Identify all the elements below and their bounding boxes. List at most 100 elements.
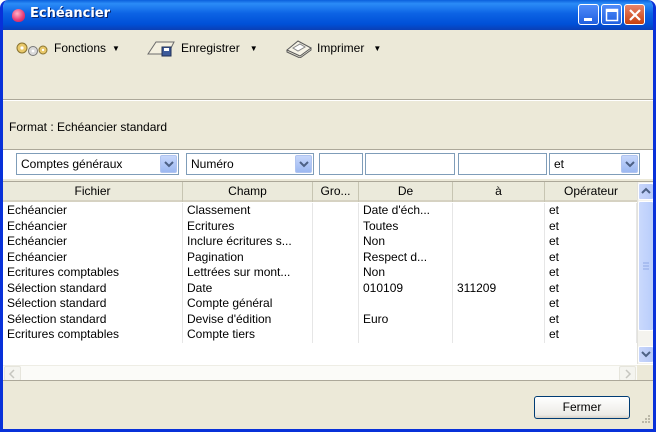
cell-a — [453, 218, 545, 234]
cell-operateur: et — [545, 265, 637, 281]
table-row[interactable]: Sélection standard Compte général et — [3, 296, 637, 312]
divider — [3, 100, 653, 101]
chevron-down-icon: ▼ — [249, 43, 258, 53]
table-row[interactable]: Echéancier Inclure écritures s... Non et — [3, 234, 637, 250]
app-icon — [12, 9, 25, 22]
chevron-left-icon — [8, 369, 15, 379]
cell-de: Non — [359, 234, 453, 250]
sort-field-value: Numéro — [191, 157, 234, 171]
cell-operateur: et — [545, 218, 637, 234]
vertical-scrollbar[interactable] — [637, 182, 653, 364]
table-row[interactable]: Sélection standard Date 010109 311209 et — [3, 280, 637, 296]
cell-fichier: Sélection standard — [3, 296, 183, 312]
table-row[interactable]: Ecritures comptables Lettrées sur mont...… — [3, 265, 637, 281]
scroll-right-button[interactable] — [619, 366, 636, 381]
cell-champ: Ecritures — [183, 218, 313, 234]
print-menu-button[interactable]: Imprimer ▼ — [284, 39, 382, 58]
close-button[interactable]: Fermer — [534, 396, 630, 419]
chevron-down-icon: ▼ — [373, 43, 382, 53]
save-menu-button[interactable]: Enregistrer ▼ — [146, 39, 258, 57]
cell-de: Non — [359, 265, 453, 281]
account-type-select[interactable]: Comptes généraux — [16, 153, 179, 175]
cell-groupe — [313, 218, 359, 234]
cell-operateur: et — [545, 203, 637, 219]
maximize-icon — [605, 8, 619, 22]
cell-operateur: et — [545, 280, 637, 296]
horizontal-scrollbar[interactable] — [3, 365, 637, 381]
resize-grip-icon[interactable] — [641, 414, 651, 424]
scroll-left-button[interactable] — [4, 366, 21, 381]
table-row[interactable]: Echéancier Classement Date d'éch... et — [3, 203, 637, 219]
functions-menu-button[interactable]: Fonctions ▼ — [13, 39, 120, 57]
cell-de — [359, 296, 453, 312]
cell-de: Toutes — [359, 218, 453, 234]
cell-de: 010109 — [359, 280, 453, 296]
from-input[interactable] — [365, 153, 455, 175]
scroll-thumb[interactable] — [638, 201, 653, 331]
print-icon — [286, 40, 312, 58]
cell-champ: Compte général — [183, 296, 313, 312]
dropdown-button[interactable] — [160, 155, 177, 173]
cell-fichier: Echéancier — [3, 249, 183, 265]
column-header-de[interactable]: De — [359, 182, 453, 202]
toolbar: Fonctions ▼ Enregistrer ▼ Imprimer ▼ — [3, 30, 653, 65]
cell-a — [453, 203, 545, 219]
column-header-groupe[interactable]: Gro... — [313, 182, 359, 202]
cell-a — [453, 327, 545, 343]
dropdown-button[interactable] — [295, 155, 312, 173]
title-bar[interactable]: Echéancier — [3, 0, 653, 30]
table-row[interactable]: Echéancier Ecritures Toutes et — [3, 218, 637, 234]
cell-champ: Pagination — [183, 249, 313, 265]
cell-groupe — [313, 280, 359, 296]
table-body: Echéancier Classement Date d'éch... et Echéa… — [3, 203, 637, 343]
cell-fichier: Echéancier — [3, 218, 183, 234]
column-header-champ[interactable]: Champ — [183, 182, 313, 202]
cell-champ: Lettrées sur mont... — [183, 265, 313, 281]
chevron-down-icon — [625, 161, 635, 168]
column-header-fichier[interactable]: Fichier — [3, 182, 183, 202]
save-folder-icon — [147, 41, 175, 57]
cell-fichier: Ecritures comptables — [3, 265, 183, 281]
cell-de — [359, 327, 453, 343]
cell-a: 311209 — [453, 280, 545, 296]
close-icon — [629, 9, 641, 21]
table-row[interactable]: Ecritures comptables Compte tiers et — [3, 327, 637, 343]
operator-select[interactable]: et — [549, 153, 640, 175]
format-label: Format : Echéancier standard — [9, 120, 168, 134]
to-input[interactable] — [458, 153, 547, 175]
cell-fichier: Ecritures comptables — [3, 327, 183, 343]
divider — [3, 380, 653, 381]
column-header-a[interactable]: à — [453, 182, 545, 202]
dropdown-button[interactable] — [621, 155, 638, 173]
group-input[interactable] — [319, 153, 363, 175]
cell-de: Date d'éch... — [359, 203, 453, 219]
table-row[interactable]: Echéancier Pagination Respect d... et — [3, 249, 637, 265]
cell-a — [453, 234, 545, 250]
scroll-corner — [637, 365, 653, 380]
operator-value: et — [554, 157, 565, 171]
cell-groupe — [313, 249, 359, 265]
maximize-button[interactable] — [601, 4, 622, 25]
cell-fichier: Echéancier — [3, 234, 183, 250]
chevron-down-icon — [299, 161, 309, 168]
cell-de: Euro — [359, 311, 453, 327]
cell-de: Respect d... — [359, 249, 453, 265]
chevron-down-icon: ▼ — [112, 43, 120, 53]
column-header-operateur[interactable]: Opérateur — [545, 182, 637, 202]
close-window-button[interactable] — [624, 4, 645, 25]
cell-groupe — [313, 311, 359, 327]
cell-champ: Devise d'édition — [183, 311, 313, 327]
cell-a — [453, 249, 545, 265]
table-header: Fichier Champ Gro... De à Opérateur — [3, 182, 637, 202]
grip-icon — [643, 262, 649, 270]
table-row[interactable]: Sélection standard Devise d'édition Euro et — [3, 311, 637, 327]
minimize-button[interactable] — [578, 4, 599, 25]
scroll-down-button[interactable] — [638, 346, 653, 363]
print-label: Imprimer — [317, 41, 365, 55]
save-label: Enregistrer — [181, 41, 240, 55]
cell-operateur: et — [545, 311, 637, 327]
scroll-up-button[interactable] — [638, 183, 653, 200]
criteria-table: Fichier Champ Gro... De à Opérateur Eché… — [3, 181, 653, 381]
sort-field-select[interactable]: Numéro — [186, 153, 314, 175]
echeancier-window: Echéancier Fonctions ▼ Enregistrer ▼ Imp… — [0, 0, 656, 432]
